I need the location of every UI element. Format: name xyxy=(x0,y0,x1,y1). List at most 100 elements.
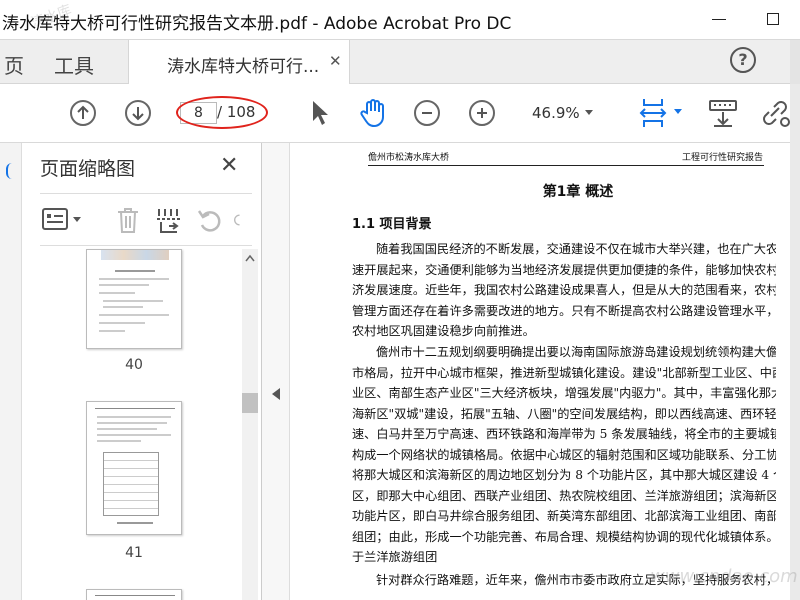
scrollbar-thumb[interactable] xyxy=(242,393,258,413)
text-line: 儋州市十二五规划纲要明确提出要以海南国际旅游岛建设规划统领构建大儋州的城 xyxy=(376,345,776,359)
share-link-button[interactable] xyxy=(758,96,792,130)
text-line: 业区、南部生态产业区"三大经济板块，增强发展"内驱力"。其中，丰富强化那大城区和… xyxy=(352,386,776,400)
thumbnail-text-line xyxy=(117,522,153,524)
thumbnail-text-line xyxy=(99,278,169,280)
page-header-rule xyxy=(368,165,764,166)
thumbnail-page-number: 40 xyxy=(125,357,143,373)
rotate-left-icon xyxy=(197,210,221,232)
paragraph-1: 随着我国国民经济的不断发展，交通建设不仅在城市大举兴建，也在广大农村地区迅 速开… xyxy=(352,239,776,342)
panel-toolbar xyxy=(22,197,262,246)
document-tab-label: 涛水库特大桥可行... xyxy=(167,57,320,77)
fit-page-button[interactable] xyxy=(636,96,670,130)
arrow-down-icon xyxy=(132,107,144,121)
thumbnail-header-rule xyxy=(95,408,175,409)
close-panel-icon[interactable]: ✕ xyxy=(220,153,238,178)
main-toolbar: 8 / 108 46.9% xyxy=(0,84,800,143)
zoom-level[interactable]: 46.9% xyxy=(532,104,580,122)
thumbnail-options-button[interactable] xyxy=(40,205,88,233)
zoom-out-button[interactable] xyxy=(414,100,440,126)
hand-icon xyxy=(360,99,384,128)
zoom-dropdown-icon[interactable] xyxy=(585,110,593,115)
panel-title: 页面缩略图 xyxy=(40,158,136,180)
text-line: 海新区"双城"建设，拓展"五轴、八圈"的空间发展结构，即以西线高速、西环轻轨、那… xyxy=(352,406,776,421)
paragraph-2: 儋州市十二五规划纲要明确提出要以海南国际旅游岛建设规划统领构建大儋州的城 市格局… xyxy=(352,342,776,568)
thumbnail-text-line xyxy=(103,306,143,308)
tab-home[interactable]: 页 xyxy=(4,50,24,79)
text-line: 速开展起来，交通便利能够为当地经济发展提供更加便捷的条件，能够加快农村地区的经 xyxy=(352,262,776,277)
thumbnail-table xyxy=(103,452,159,516)
options-menu-icon xyxy=(42,208,81,230)
rail-active-marker[interactable] xyxy=(6,163,12,179)
extract-pages-button[interactable] xyxy=(154,205,184,235)
page-annotation-ellipse xyxy=(176,96,268,129)
thumbnail-text-line xyxy=(97,440,141,442)
scroll-up-icon[interactable] xyxy=(242,251,258,265)
zoom-in-button[interactable] xyxy=(469,100,495,126)
arrow-up-icon xyxy=(77,105,89,119)
scroll-mode-button[interactable] xyxy=(706,96,740,130)
document-page: 儋州市松涛水库大桥 工程可行性研究报告 第1章 概述 1.1 项目背景 随着我国… xyxy=(290,143,790,600)
hand-tool-button[interactable] xyxy=(356,96,390,130)
text-line: 区，即那大中心组团、西联产业组团、热农院校组团、兰洋旅游组团；滨海新区建设 4 … xyxy=(352,488,776,503)
document-scrollbar[interactable] xyxy=(790,84,800,600)
text-line: 速、白马井至万宁高速、西环铁路和海岸带为 5 条发展轴线，将全市的主要城镇串联起… xyxy=(352,427,776,441)
trash-icon xyxy=(118,208,138,233)
page-thumbnails-panel: 页面缩略图 ✕ 40 41 xyxy=(22,143,262,600)
window-titlebar: 涛水库特大桥可行性研究报告文本册.pdf - Adobe Acrobat Pro… xyxy=(0,0,800,40)
next-page-button[interactable] xyxy=(125,100,151,126)
page-header-right: 工程可行性研究报告 xyxy=(682,153,764,163)
thumbnail-text-line xyxy=(99,322,145,324)
panel-tools-divider xyxy=(40,245,252,246)
thumbnail-text-line xyxy=(99,292,135,294)
thumbnail-text-line xyxy=(103,300,163,302)
collapse-arrow-icon[interactable] xyxy=(272,388,280,400)
text-line: 市格局，拉开中心城市框架，推进新型城镇化建设。建设"北部新型工业区、中西部综合产 xyxy=(352,365,776,380)
panel-collapse-strip[interactable] xyxy=(262,143,290,600)
help-icon[interactable]: ? xyxy=(730,47,756,73)
maximize-icon xyxy=(767,13,779,25)
text-line: 济发展速度。近些年，我国农村公路建设成果喜人，但是从大的范围看来，农村公路建设 xyxy=(352,283,776,297)
link-icon xyxy=(763,101,790,127)
previous-page-button[interactable] xyxy=(70,100,96,126)
thumbnail-text-line xyxy=(97,416,171,418)
thumbnail-page-40[interactable] xyxy=(86,249,182,349)
thumbnail-page-41[interactable] xyxy=(86,401,182,535)
tab-bar: 页 工具 涛水库特大桥可行... ✕ ? xyxy=(0,40,800,84)
page-header-left: 儋州市松涛水库大桥 xyxy=(368,153,450,163)
rotate-right-icon xyxy=(234,214,240,226)
text-line: 管理方面还存在着许多需要改进的地方。只有不断提高农村公路建设管理水平，才能保证 xyxy=(352,303,776,318)
section-title: 1.1 项目背景 xyxy=(352,217,432,232)
minimize-button[interactable] xyxy=(706,6,732,32)
close-tab-icon[interactable]: ✕ xyxy=(329,52,342,70)
rotate-clockwise-button[interactable] xyxy=(232,205,246,235)
text-line: 农村地区巩固建设稳步向前推进。 xyxy=(352,324,535,338)
minus-icon xyxy=(422,112,432,114)
text-line: 组团；由此，形成一个功能完善、布局合理、规模结构协调的现代化城镇体系。本项目位 xyxy=(352,529,776,544)
thumbnail-scrollbar[interactable] xyxy=(242,249,258,600)
chapter-title: 第1章 概述 xyxy=(542,184,614,200)
rotate-counterclockwise-button[interactable] xyxy=(196,205,224,235)
scrollbar-top xyxy=(790,40,800,84)
cursor-arrow-icon xyxy=(313,101,328,125)
thumbnail-text-line xyxy=(97,434,171,436)
delete-pages-button[interactable] xyxy=(114,205,142,235)
left-navigation-rail xyxy=(0,143,22,600)
tab-document[interactable]: 涛水库特大桥可行... ✕ xyxy=(128,40,350,84)
thumbnail-page-number: 41 xyxy=(125,545,143,561)
extract-pages-icon xyxy=(157,209,181,233)
text-line: 随着我国国民经济的不断发展，交通建设不仅在城市大举兴建，也在广大农村地区迅 xyxy=(376,242,776,256)
tab-tools[interactable]: 工具 xyxy=(54,50,94,79)
thumbnail-text-line xyxy=(97,428,157,430)
thumbnail-text-line xyxy=(99,330,125,332)
thumbnail-text-line xyxy=(97,422,167,424)
maximize-button[interactable] xyxy=(760,6,786,32)
fit-page-icon xyxy=(639,99,667,127)
minimize-icon xyxy=(712,18,726,20)
text-line: 于兰洋旅游组团 xyxy=(352,550,438,564)
thumbnail-text-line xyxy=(99,314,169,316)
select-tool-button[interactable] xyxy=(306,98,334,128)
keyboard-download-icon xyxy=(709,100,737,127)
thumbnail-image xyxy=(101,250,169,260)
fit-page-dropdown-icon[interactable] xyxy=(674,109,682,114)
thumbnail-page-42[interactable] xyxy=(86,589,182,600)
